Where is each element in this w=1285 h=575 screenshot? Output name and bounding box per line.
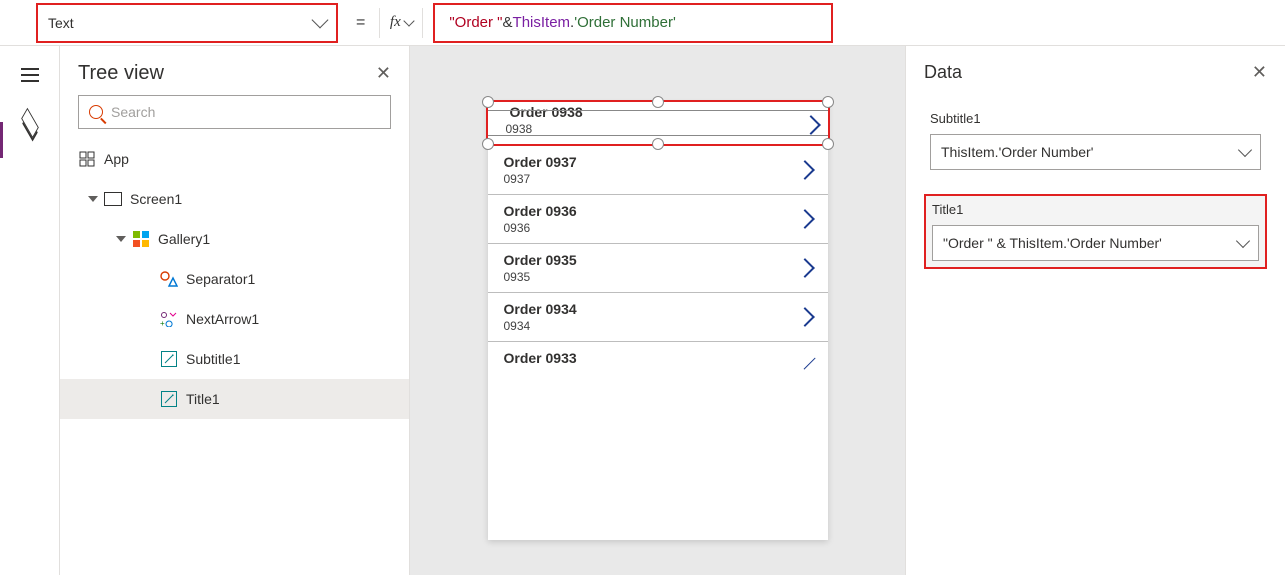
gallery-row[interactable]: Order 0935 0935 [488,244,828,293]
next-arrow-icon[interactable] [795,307,815,327]
chevron-down-icon [312,11,329,28]
expand-icon[interactable] [88,196,98,202]
gallery-row[interactable]: Order 0937 0937 [488,146,828,195]
data-title: Data [924,62,962,83]
tree-item-gallery[interactable]: Gallery1 [60,219,409,259]
search-placeholder: Search [111,104,155,120]
fx-button[interactable]: fx [379,8,423,38]
screen-icon [104,190,122,208]
label-icon [160,390,178,408]
gallery-title: Order 0935 [504,252,577,268]
next-arrow-icon[interactable] [795,209,815,229]
close-icon[interactable]: ✕ [376,63,391,84]
menu-icon[interactable] [19,64,41,86]
data-header: Data ✕ [924,62,1267,83]
tree-item-subtitle[interactable]: Subtitle1 [60,339,409,379]
property-dropdown-label: Text [48,15,74,31]
fx-icon: fx [390,14,401,31]
tree-item-title[interactable]: Title1 [60,379,409,419]
gallery-row[interactable]: Order 0936 0936 [488,195,828,244]
gallery-row[interactable]: Order 0934 0934 [488,293,828,342]
tree-items: App Screen1 Gallery1 Separato [60,139,409,575]
gallery-subtitle: 0937 [504,172,577,186]
icons-icon: + [160,310,178,328]
tree-item-separator[interactable]: Separator1 [60,259,409,299]
field-subtitle: Subtitle1 ThisItem.'Order Number' [924,105,1267,176]
tree-item-label: Screen1 [130,191,182,207]
formula-bar: Text = fx "Order " & ThisItem . 'Order N… [0,0,1285,46]
gallery-title: Order 0934 [504,301,577,317]
data-panel: Data ✕ Subtitle1 ThisItem.'Order Number'… [905,46,1285,575]
formula-token-operator: & [503,14,513,31]
subtitle-value: ThisItem.'Order Number' [941,144,1093,160]
app-icon [78,150,96,168]
tree-item-screen[interactable]: Screen1 [60,179,409,219]
tree-header: Tree view ✕ [60,46,409,95]
formula-token-string: "Order " [449,14,502,31]
gallery-title: Order 0936 [504,203,577,219]
chevron-down-icon [403,15,414,26]
subtitle-dropdown[interactable]: ThisItem.'Order Number' [930,134,1261,170]
next-arrow-icon[interactable] [795,258,815,278]
rail-active-indicator [0,122,3,158]
title-dropdown[interactable]: "Order " & ThisItem.'Order Number' [932,225,1259,261]
formula-input[interactable]: "Order " & ThisItem . 'Order Number' [433,3,833,43]
svg-text:+: + [160,319,165,327]
title-value: "Order " & ThisItem.'Order Number' [943,235,1162,251]
gallery-subtitle: 0936 [504,221,577,235]
gallery-icon [132,230,150,248]
gallery-title: Order 0937 [504,154,577,170]
tree-title: Tree view [78,62,164,85]
gallery-title: Order 0933 [504,350,577,366]
gallery-row-selected[interactable]: Order 0938 0938 [486,100,830,146]
tree-item-nextarrow[interactable]: + NextArrow1 [60,299,409,339]
label-icon [160,350,178,368]
canvas[interactable]: Order 0938 0938 Order 0937 0937 Order [410,46,905,575]
gallery-subtitle: 0934 [504,319,577,333]
chevron-down-icon [1236,233,1250,247]
next-arrow-icon[interactable] [795,160,815,180]
property-dropdown[interactable]: Text [36,3,338,43]
equals-label: = [356,14,365,32]
tree-item-label: Subtitle1 [186,351,240,367]
close-icon[interactable]: ✕ [1252,62,1267,83]
next-arrow-icon[interactable] [794,348,815,369]
selection-handles[interactable] [488,102,828,144]
shapes-icon [160,270,178,288]
tree-view-icon[interactable] [19,114,41,136]
formula-token-field: 'Order Number' [574,14,676,31]
gallery-row[interactable]: Order 0933 [488,342,828,376]
field-title: Title1 "Order " & ThisItem.'Order Number… [924,194,1267,269]
field-label: Subtitle1 [930,111,1261,126]
tree-item-label: NextArrow1 [186,311,259,327]
expand-icon[interactable] [116,236,126,242]
search-input[interactable]: Search [78,95,391,129]
left-rail [0,46,60,575]
tree-item-label: Gallery1 [158,231,210,247]
gallery-subtitle: 0935 [504,270,577,284]
tree-panel: Tree view ✕ Search App Screen1 [60,46,410,575]
tree-item-label: Title1 [186,391,220,407]
phone-preview: Order 0938 0938 Order 0937 0937 Order [488,102,828,540]
search-icon [89,105,103,119]
tree-item-label: Separator1 [186,271,255,287]
tree-item-app[interactable]: App [60,139,409,179]
formula-token-keyword: ThisItem [513,14,571,31]
tree-item-label: App [104,151,129,167]
field-label: Title1 [932,202,1259,217]
chevron-down-icon [1238,142,1252,156]
